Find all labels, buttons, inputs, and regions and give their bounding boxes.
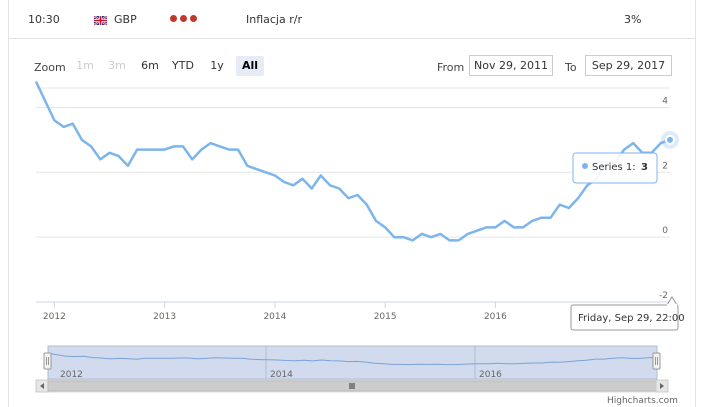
hover-point[interactable] xyxy=(665,134,675,145)
y-tick-label: 4 xyxy=(662,96,668,106)
series-tooltip: Series 1: 3 xyxy=(572,152,658,184)
x-tick-label: 2014 xyxy=(263,312,286,322)
chart-grid xyxy=(36,87,670,303)
navigator-x-label: 2016 xyxy=(479,370,502,380)
navigator-x-label: 2014 xyxy=(270,370,293,380)
y-tick-label: 2 xyxy=(662,161,668,171)
navigator-right-handle[interactable] xyxy=(652,352,661,370)
navigator[interactable]: 2012 2014 2016 xyxy=(43,345,661,380)
y-tick-label: -2 xyxy=(659,291,668,301)
navigator-left-handle[interactable] xyxy=(43,352,52,370)
navigator-mask[interactable] xyxy=(47,345,658,380)
x-tick-label: 2016 xyxy=(484,312,507,322)
tooltip-series-value: 3 xyxy=(641,162,648,173)
tooltip-series-label: Series 1: xyxy=(592,162,636,173)
navigator-x-label: 2012 xyxy=(60,370,83,380)
x-tick-label: 2013 xyxy=(153,312,176,322)
inflation-chart: -2 0 2 4 2012 2013 2014 2015 2016 Series 1: 3 F… xyxy=(34,80,685,406)
x-tick-label: 2015 xyxy=(374,312,397,322)
y-tick-label: 0 xyxy=(662,226,668,236)
x-tick-label: 2012 xyxy=(43,312,66,322)
scrollbar[interactable] xyxy=(35,379,669,393)
tooltip-date-label: Friday, Sep 29, 22:00 xyxy=(578,313,685,324)
credits-link[interactable]: Highcharts.com xyxy=(607,396,678,406)
series-marker-icon xyxy=(582,163,588,169)
